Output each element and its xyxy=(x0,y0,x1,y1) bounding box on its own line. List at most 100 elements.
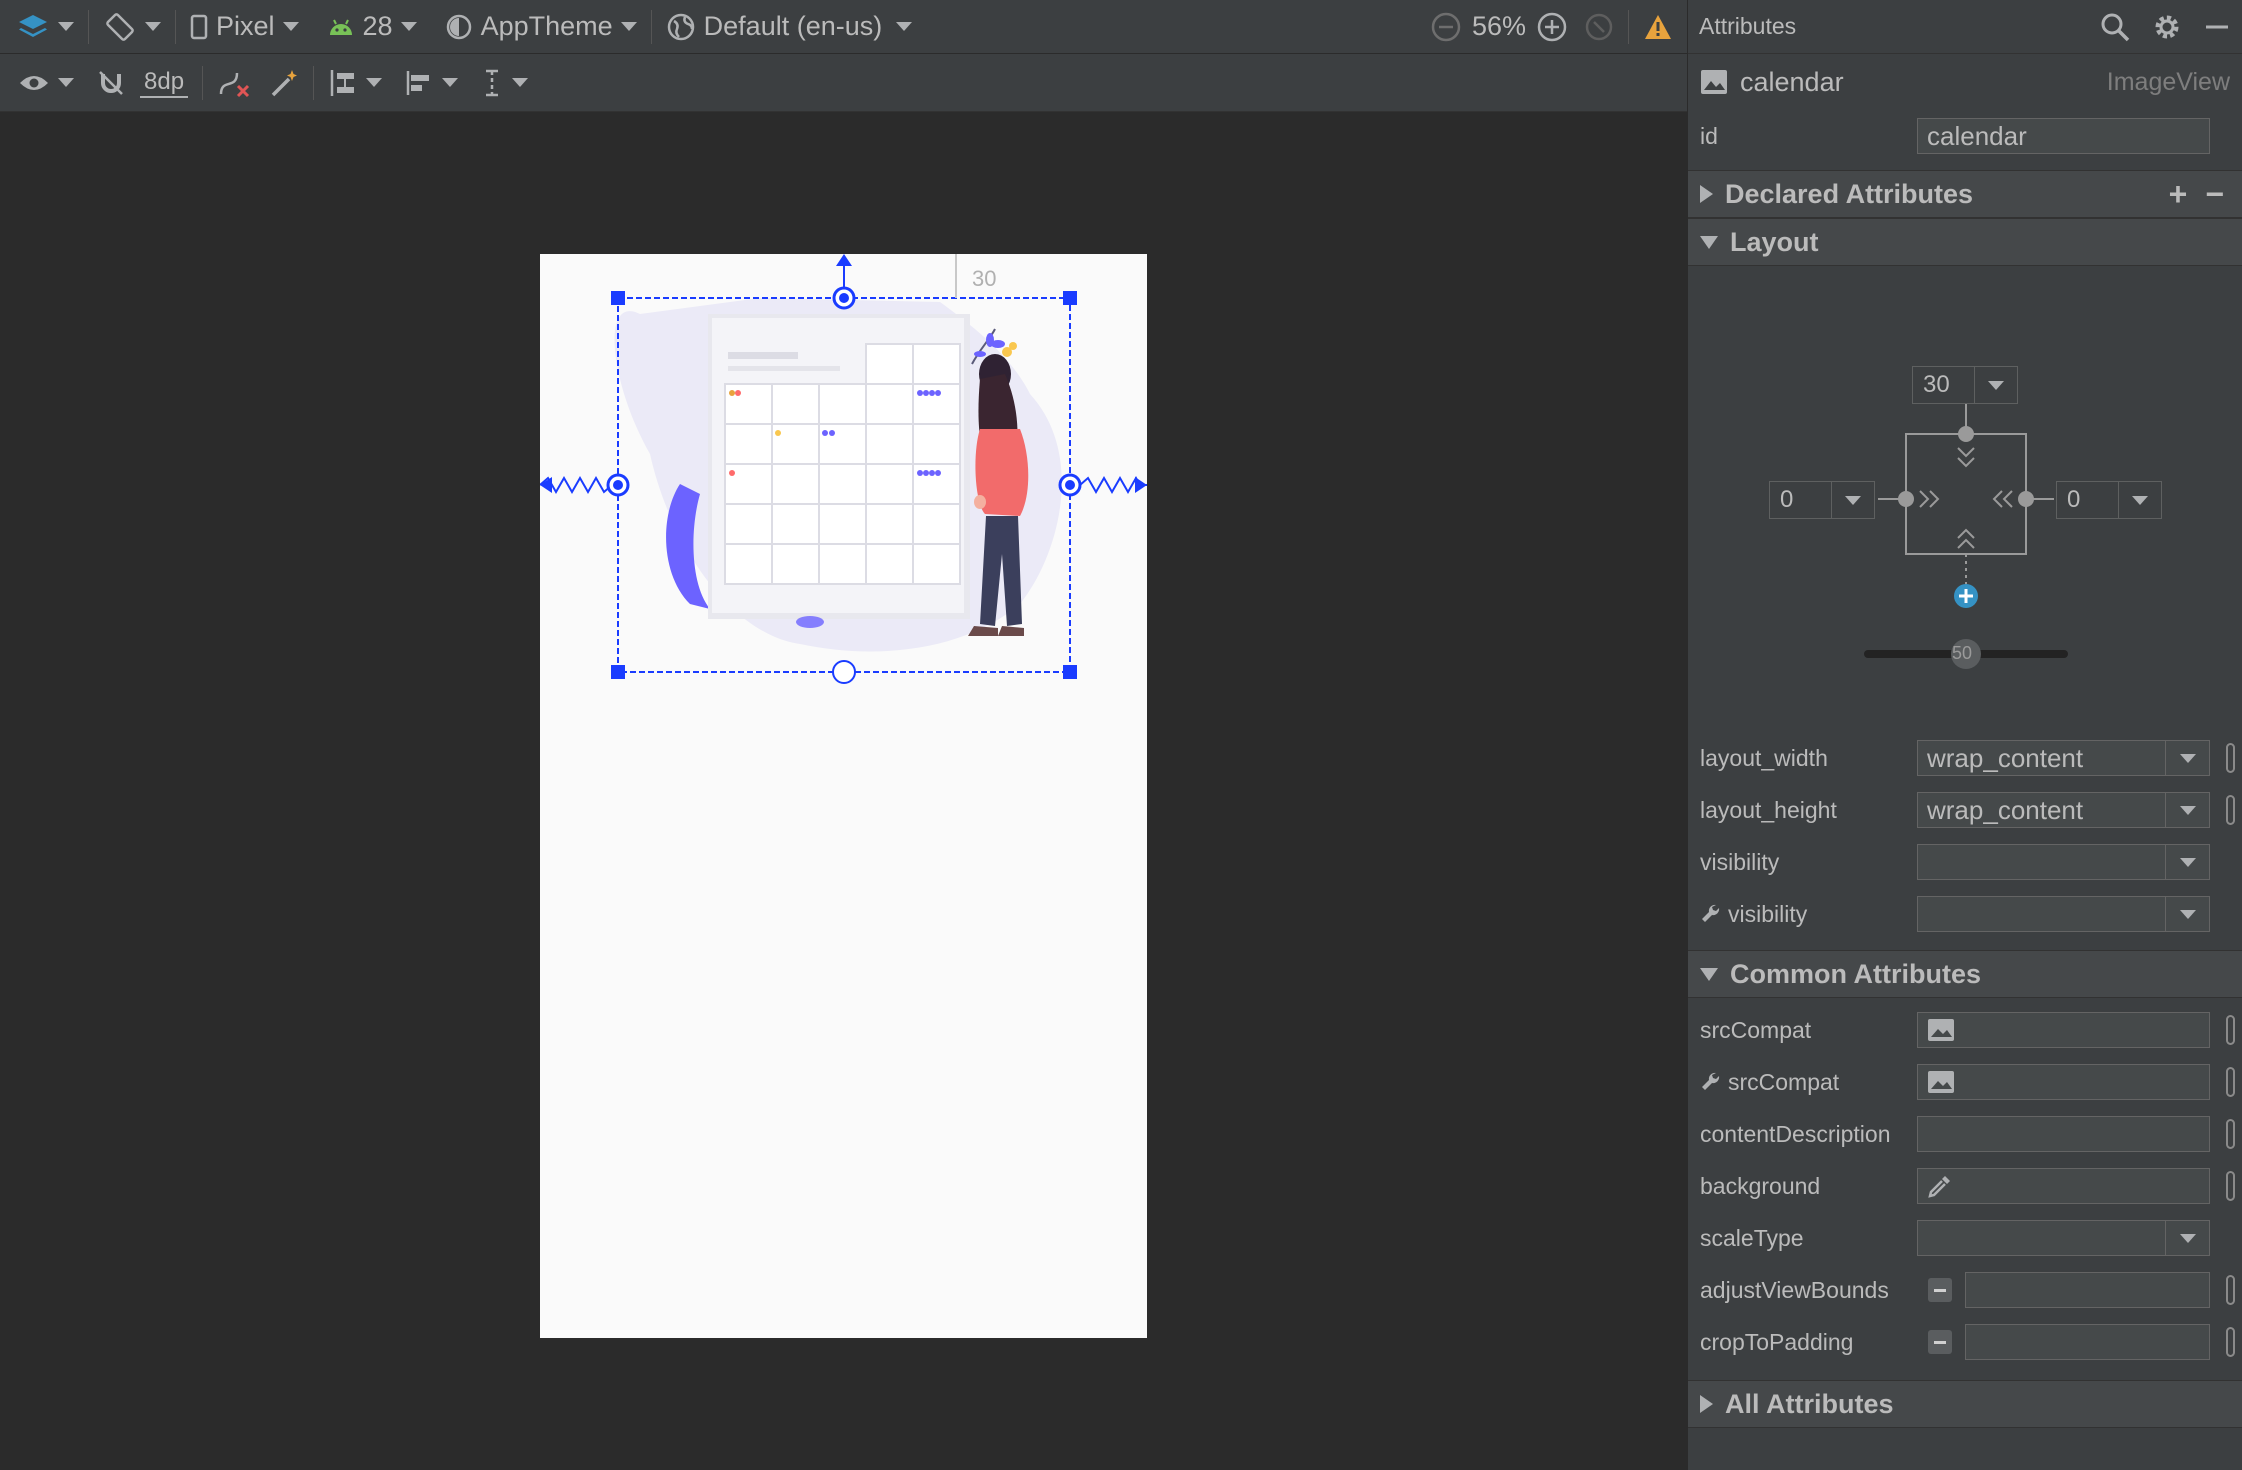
chevron-down-icon xyxy=(2179,753,2196,763)
toolbar-divider xyxy=(650,9,652,44)
adjust-view-bounds-field[interactable] xyxy=(1965,1272,2210,1308)
visibility-select[interactable] xyxy=(1917,844,2210,880)
chevron-down-icon xyxy=(58,78,74,87)
component-name: calendar xyxy=(1740,66,1844,97)
calendar-illustration xyxy=(614,298,1062,652)
warnings-button[interactable] xyxy=(1643,0,1673,53)
resource-picker-button[interactable] xyxy=(2226,1015,2235,1045)
zoom-out-button[interactable] xyxy=(1430,0,1462,53)
resource-picker-button[interactable] xyxy=(2226,743,2235,773)
layout-height-value: wrap_content xyxy=(1927,794,2084,825)
zoom-in-button[interactable] xyxy=(1536,0,1568,53)
all-attributes-section[interactable]: All Attributes xyxy=(1688,1380,2242,1428)
constraint-widget: 30 0 0 50 xyxy=(1688,266,2242,732)
zoom-out-icon xyxy=(1430,11,1462,43)
adjust-view-bounds-checkbox[interactable] xyxy=(1928,1278,1952,1302)
default-margin-button[interactable]: 8dp xyxy=(140,54,189,111)
toolbar-divider xyxy=(202,65,204,100)
layers-icon xyxy=(16,12,50,42)
chevron-down-icon xyxy=(2179,1233,2196,1243)
theme-icon xyxy=(445,13,473,41)
chevron-down-icon xyxy=(2179,857,2196,867)
component-header: calendar ImageView xyxy=(1688,54,2242,110)
tools-attr-label: visibility xyxy=(1700,901,1917,928)
guidelines-menu[interactable] xyxy=(480,54,529,111)
crop-to-padding-row: cropToPadding xyxy=(1688,1316,2242,1368)
src-compat-field[interactable] xyxy=(1917,1012,2210,1048)
attributes-header: Attributes xyxy=(1688,0,2242,54)
infer-constraints-button[interactable] xyxy=(269,54,299,111)
align-left-icon xyxy=(404,68,434,98)
device-menu[interactable]: Pixel xyxy=(190,0,299,53)
warning-icon xyxy=(1643,13,1673,41)
gear-icon[interactable] xyxy=(2152,12,2182,42)
background-row: background xyxy=(1688,1160,2242,1212)
minimize-icon[interactable] xyxy=(2204,12,2230,42)
attributes-panel: Attributes calendar ImageView id calenda… xyxy=(1687,0,2242,1470)
layout-width-value: wrap_content xyxy=(1927,742,2084,773)
design-area: Pixel 28 AppTheme Default (en-us) 56% 8d… xyxy=(0,0,1687,1470)
scale-type-row: scaleType xyxy=(1688,1212,2242,1264)
chevron-down-icon xyxy=(145,22,161,31)
search-icon[interactable] xyxy=(2100,12,2130,42)
expand-arrow-icon xyxy=(1700,1395,1713,1413)
background-field[interactable] xyxy=(1917,1168,2210,1204)
view-options-menu[interactable] xyxy=(18,54,74,111)
resource-picker-button[interactable] xyxy=(2226,1067,2235,1097)
zoom-level-label: 56% xyxy=(1471,11,1526,41)
chevron-down-icon xyxy=(366,78,383,87)
scale-type-select[interactable] xyxy=(1917,1220,2210,1256)
device-preview-screen[interactable]: 30 xyxy=(539,254,1147,1338)
tools-visibility-select[interactable] xyxy=(1917,896,2210,932)
attr-label: visibility xyxy=(1728,900,1808,927)
design-toolbar-top: Pixel 28 AppTheme Default (en-us) 56% xyxy=(0,0,1687,54)
id-field[interactable]: calendar xyxy=(1917,118,2210,154)
chevron-down-icon xyxy=(2179,805,2196,815)
resource-picker-button[interactable] xyxy=(2226,795,2235,825)
resource-picker-button[interactable] xyxy=(2226,1327,2235,1357)
api-level-menu[interactable]: 28 xyxy=(327,0,417,53)
autoconnect-toggle[interactable] xyxy=(96,54,126,111)
attr-label: contentDescription xyxy=(1700,1120,1891,1147)
resource-picker-button[interactable] xyxy=(2226,1171,2235,1201)
zoom-to-fit-button[interactable] xyxy=(1584,0,1614,53)
layout-height-select[interactable]: wrap_content xyxy=(1917,792,2210,828)
crop-to-padding-checkbox[interactable] xyxy=(1928,1330,1952,1354)
rotate-icon xyxy=(103,10,137,44)
theme-label: AppTheme xyxy=(480,11,613,41)
eyedropper-icon[interactable] xyxy=(1927,1173,1953,1199)
wrench-icon xyxy=(1700,1071,1720,1093)
attr-label: srcCompat xyxy=(1728,1068,1840,1095)
section-label: Declared Attributes xyxy=(1725,178,1974,209)
locale-menu[interactable]: Default (en-us) xyxy=(666,0,913,53)
layout-preview xyxy=(539,254,1147,684)
clear-constraints-icon xyxy=(217,68,251,98)
toolbar-divider xyxy=(88,9,89,44)
declared-attributes-section[interactable]: Declared Attributes + − xyxy=(1688,170,2242,218)
chevron-down-icon xyxy=(2179,909,2196,919)
clear-constraints-button[interactable] xyxy=(217,54,251,111)
phone-icon xyxy=(190,14,208,40)
collapse-arrow-icon xyxy=(1700,235,1718,249)
common-attributes-section[interactable]: Common Attributes xyxy=(1688,950,2242,998)
crop-to-padding-field[interactable] xyxy=(1965,1324,2210,1360)
android-icon xyxy=(327,17,355,37)
resource-picker-button[interactable] xyxy=(2226,1119,2235,1149)
android-studio-layout-editor: Pixel 28 AppTheme Default (en-us) 56% 8d… xyxy=(0,0,2242,1470)
toolbar-divider xyxy=(1628,9,1629,44)
layout-section[interactable]: Layout xyxy=(1688,218,2242,266)
section-label: Common Attributes xyxy=(1730,958,1981,989)
layout-width-select[interactable]: wrap_content xyxy=(1917,740,2210,776)
content-description-field[interactable] xyxy=(1917,1116,2210,1152)
remove-attribute-button[interactable]: − xyxy=(2205,176,2224,213)
bias-value[interactable]: 50 xyxy=(1952,643,1972,664)
chevron-down-icon xyxy=(58,22,74,31)
layers-menu[interactable] xyxy=(16,0,74,53)
align-menu[interactable] xyxy=(404,54,459,111)
tools-src-compat-field[interactable] xyxy=(1917,1064,2210,1100)
add-attribute-button[interactable]: + xyxy=(2169,176,2188,213)
pack-menu[interactable] xyxy=(328,54,383,111)
theme-menu[interactable]: AppTheme xyxy=(445,0,637,53)
resource-picker-button[interactable] xyxy=(2226,1275,2235,1305)
orientation-menu[interactable] xyxy=(103,0,161,53)
